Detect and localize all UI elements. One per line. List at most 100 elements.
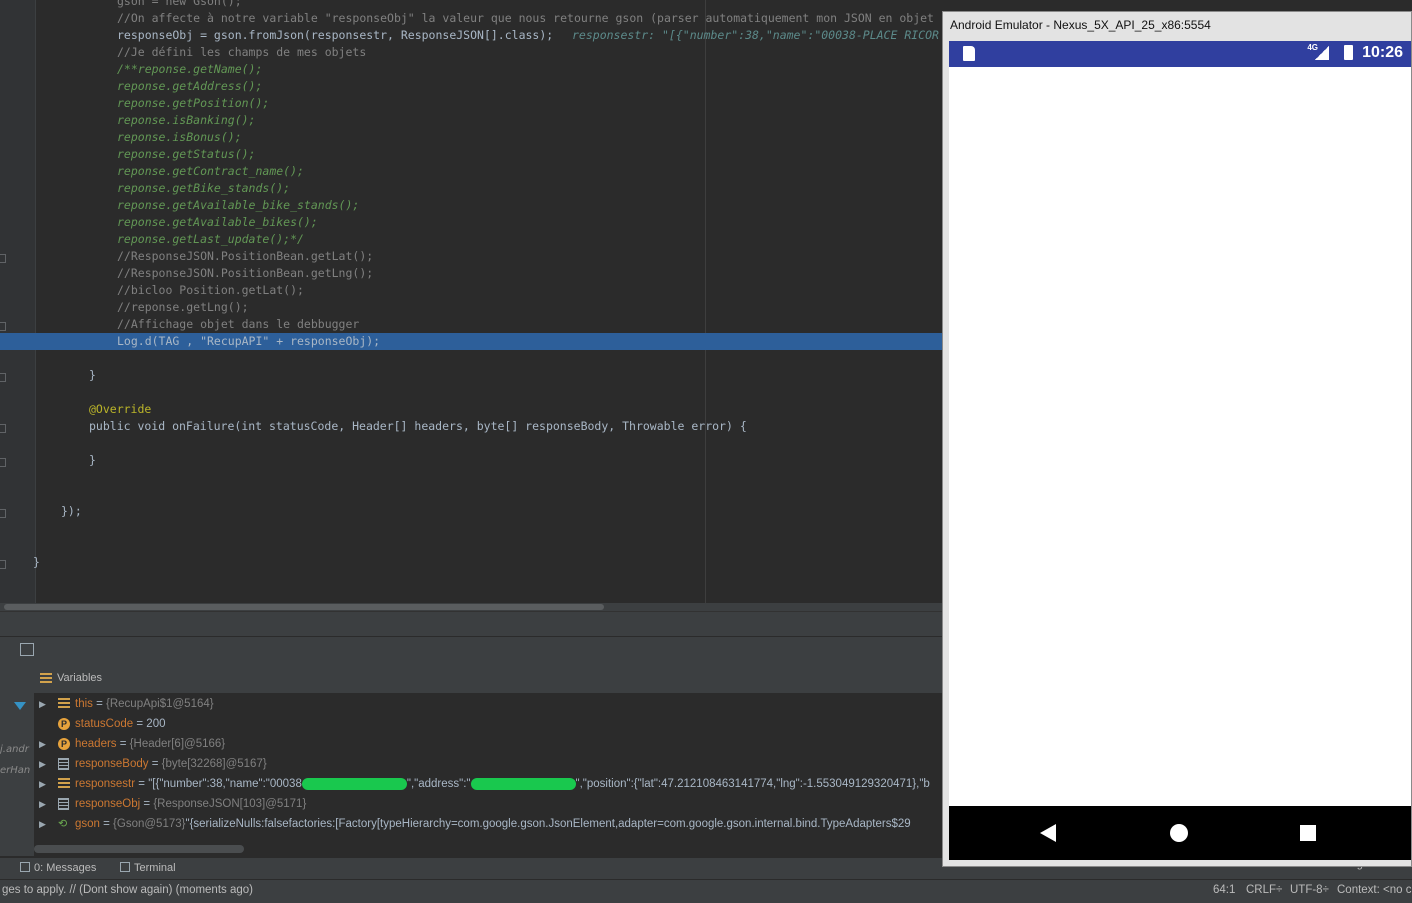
variable-row[interactable]: PstatusCode = 200 — [34, 714, 942, 734]
home-icon[interactable] — [1170, 824, 1188, 842]
scrollbar-thumb[interactable] — [4, 604, 604, 610]
fold-marker[interactable] — [0, 560, 6, 569]
messages-icon — [20, 862, 30, 872]
code-text: Log.d(TAG , "RecupAPI" + responseObj); — [117, 334, 381, 348]
code-text: //Je défini les champs de mes objets — [117, 45, 367, 59]
field-icon — [58, 698, 70, 710]
code-text: reponse.getStatus(); — [117, 147, 256, 161]
tab-terminal-label: Terminal — [134, 862, 176, 874]
back-icon[interactable] — [1040, 824, 1056, 842]
recents-icon[interactable] — [1300, 825, 1316, 841]
cursor-position[interactable]: 64:1 — [1213, 884, 1235, 896]
variable-text: responseBody = {byte[32268]@5167} — [75, 754, 267, 774]
expand-arrow-icon[interactable]: ▶ — [39, 794, 46, 814]
equals-sign: = — [148, 758, 162, 770]
android-emulator-window[interactable]: Android Emulator - Nexus_5X_API_25_x86:5… — [942, 11, 1412, 867]
variables-horizontal-scrollbar[interactable] — [34, 845, 244, 853]
code-text: reponse.getAddress(); — [117, 79, 263, 93]
code-text: reponse.getLast_update();*/ — [117, 232, 304, 246]
variable-text: responseObj = {ResponseJSON[103]@5171} — [75, 794, 306, 814]
variable-name: this — [75, 698, 93, 710]
code-text: reponse.getContract_name(); — [117, 164, 304, 178]
field-icon — [58, 778, 70, 790]
variable-value: 200 — [146, 718, 166, 730]
variable-value: "{serializeNulls:falsefactories:[Factory… — [185, 818, 911, 830]
emulator-title: Android Emulator - Nexus_5X_API_25_x86:5… — [950, 18, 1211, 32]
expand-arrow-icon[interactable]: ▶ — [39, 734, 46, 754]
code-text: } — [89, 453, 96, 467]
variable-type: {Header[6]@5166} — [129, 738, 226, 750]
fold-marker[interactable] — [0, 458, 6, 467]
code-text: gson = new Gson(); — [117, 0, 242, 8]
variable-text: responsestr = "[{"number":38,"name":"000… — [75, 774, 930, 794]
variable-row[interactable]: ▶ responseObj = {ResponseJSON[103]@5171} — [34, 794, 942, 814]
code-text: reponse.isBonus(); — [117, 130, 242, 144]
fold-marker[interactable] — [0, 509, 6, 518]
variable-row[interactable]: ▶ responsestr = "[{"number":38,"name":"00… — [34, 774, 942, 794]
file-encoding[interactable]: UTF-8÷ — [1290, 884, 1329, 896]
current-line[interactable]: Log.d(TAG , "RecupAPI" + responseObj); — [0, 333, 942, 350]
expand-arrow-icon[interactable]: ▶ — [39, 814, 46, 834]
emulator-title-bar[interactable]: Android Emulator - Nexus_5X_API_25_x86:5… — [943, 12, 1411, 40]
status-bar: ges to apply. // (Dont show again) (mome… — [0, 879, 1412, 903]
variable-type: {Gson@5173} — [113, 818, 186, 830]
variable-value: "[{"number":38,"name":"00038 — [148, 778, 302, 790]
emulator-backdrop — [942, 0, 1412, 11]
variable-row[interactable]: ▶ Pheaders = {Header[6]@5166} — [34, 734, 942, 754]
variable-row[interactable]: ▶ responseBody = {byte[32268]@5167} — [34, 754, 942, 774]
android-navigation-bar — [949, 806, 1411, 860]
table-icon[interactable] — [20, 643, 34, 656]
context-indicator[interactable]: Context: <no c — [1337, 884, 1411, 896]
variable-row[interactable]: ▶ this = {RecupApi$1@5164} — [34, 694, 942, 714]
expand-arrow-icon[interactable]: ▶ — [39, 754, 46, 774]
debug-toolbar — [0, 636, 942, 665]
phone-status-bar: 4G 10:26 — [949, 41, 1411, 67]
variable-value-part: ","address":" — [406, 778, 471, 790]
frame-label: j.andr — [0, 744, 29, 755]
equals-sign: = — [116, 738, 130, 750]
fold-marker[interactable] — [0, 254, 6, 263]
variable-name: responseObj — [75, 798, 141, 810]
filter-icon[interactable] — [14, 702, 26, 710]
param-icon: P — [58, 738, 70, 750]
variable-value-part: ","position":{"lat":47.212108463141774,"… — [575, 778, 930, 790]
line-separator[interactable]: CRLF÷ — [1246, 884, 1282, 896]
variable-text: statusCode = 200 — [75, 714, 165, 734]
variable-row[interactable]: ▶ ⟲ gson = {Gson@5173}"{serializeNulls:fal… — [34, 814, 942, 834]
variables-icon — [40, 673, 52, 684]
arr-icon — [58, 798, 69, 810]
variables-tree[interactable]: ▶ this = {RecupApi$1@5164} PstatusCode = 2… — [34, 694, 942, 856]
code-text: reponse.getAvailable_bike_stands(); — [117, 198, 360, 212]
expand-arrow-icon[interactable]: ▶ — [39, 774, 46, 794]
equals-sign: = — [92, 698, 107, 710]
debug-tab-bar — [0, 611, 942, 637]
app-screen[interactable] — [949, 67, 1411, 806]
tab-messages[interactable]: 0: Messages — [20, 862, 96, 874]
variable-text: headers = {Header[6]@5166} — [75, 734, 225, 754]
expand-arrow-icon[interactable]: ▶ — [39, 694, 46, 714]
code-text: reponse.getPosition(); — [117, 96, 270, 110]
param-icon: P — [58, 718, 70, 730]
editor-gutter[interactable] — [0, 0, 36, 603]
tab-terminal[interactable]: Terminal — [120, 862, 176, 874]
code-editor[interactable]: gson = new Gson(); //On affecte à notre v… — [0, 0, 942, 603]
signal-icon — [1315, 46, 1329, 60]
equals-sign: = — [99, 818, 114, 830]
code-text: //reponse.getLng(); — [117, 300, 249, 314]
status-message[interactable]: ges to apply. // (Dont show again) (mome… — [2, 884, 253, 896]
fold-marker[interactable] — [0, 373, 6, 382]
code-text: //ResponseJSON.PositionBean.getLng(); — [117, 266, 374, 280]
editor-horizontal-scrollbar[interactable] — [0, 603, 942, 611]
code-text: } — [89, 368, 96, 382]
code-text: reponse.getBike_stands(); — [117, 181, 291, 195]
fold-marker[interactable] — [0, 424, 6, 433]
code-text: public void onFailure(int statusCode, He… — [89, 419, 747, 433]
sd-card-icon — [963, 46, 975, 61]
fold-marker[interactable] — [0, 322, 6, 331]
right-margin-guide — [705, 0, 706, 603]
variable-name: statusCode — [75, 718, 134, 730]
code-text: //On affecte à notre variable "responseO… — [117, 11, 934, 25]
frames-panel: j.andr erHan — [0, 664, 35, 856]
tab-messages-label: 0: Messages — [34, 862, 97, 874]
phone-clock: 10:26 — [1362, 44, 1403, 61]
